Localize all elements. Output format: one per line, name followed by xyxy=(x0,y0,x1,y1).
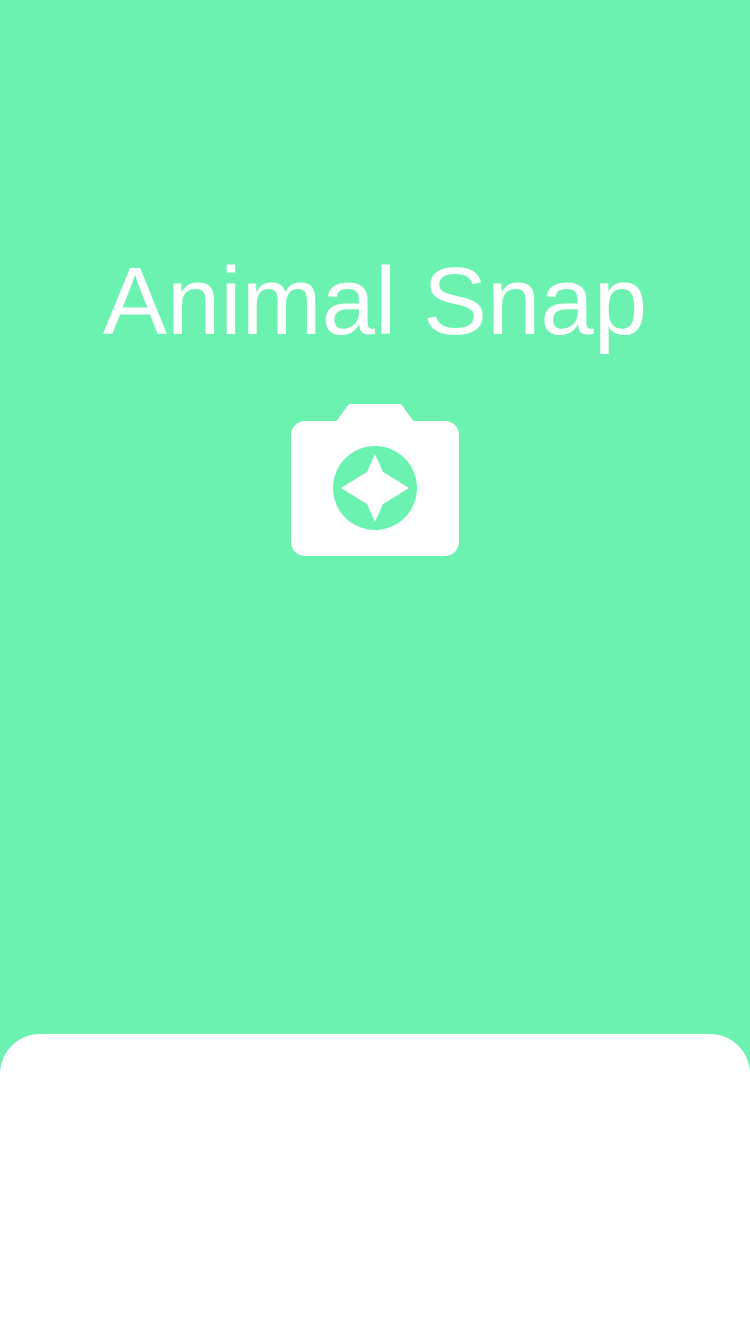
bottom-sheet xyxy=(0,1034,750,1334)
app-title: Animal Snap xyxy=(102,248,648,355)
camera-sparkle-icon xyxy=(291,404,459,556)
